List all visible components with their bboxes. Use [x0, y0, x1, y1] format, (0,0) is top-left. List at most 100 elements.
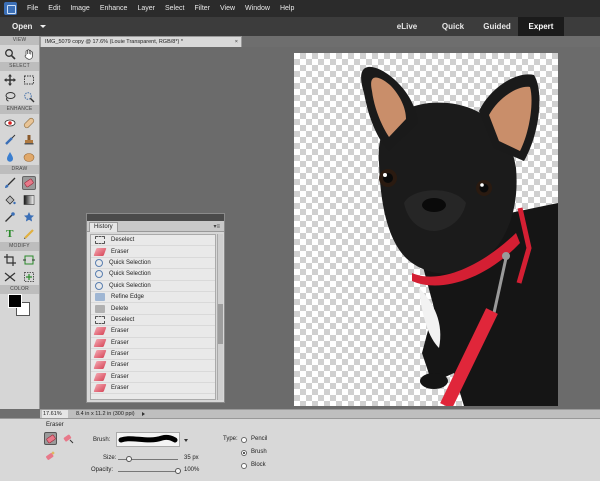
menu-image[interactable]: Image [65, 0, 94, 17]
history-scrollbar[interactable] [217, 234, 223, 400]
hand-icon[interactable] [22, 47, 36, 61]
document-tab[interactable]: IMG_5079 copy @ 17.6% (Louie Transparent… [40, 36, 242, 47]
sponge-icon[interactable] [22, 150, 36, 164]
history-item[interactable]: Eraser [91, 383, 215, 395]
custom-shape-icon[interactable] [22, 210, 36, 224]
magic-eraser-icon[interactable] [44, 450, 57, 463]
menu-layer[interactable]: Layer [132, 0, 160, 17]
foreground-color-swatch[interactable] [8, 294, 22, 308]
zoom-icon[interactable] [3, 47, 17, 61]
scrollbar-thumb[interactable] [218, 304, 223, 344]
red-eye-icon[interactable] [3, 116, 17, 130]
quick-icon [95, 258, 103, 267]
history-item-label: Quick Selection [109, 271, 151, 278]
mode-quick[interactable]: Quick [430, 17, 476, 36]
spot-healing-icon[interactable] [22, 116, 36, 130]
history-item[interactable]: Eraser [91, 246, 215, 258]
history-item[interactable]: Quick Selection [91, 281, 215, 292]
straighten-icon[interactable] [3, 270, 17, 284]
menu-bar: File Edit Image Enhance Layer Select Fil… [0, 0, 600, 17]
lasso-icon[interactable] [3, 90, 17, 104]
chevron-down-icon[interactable] [184, 439, 188, 442]
menu-edit[interactable]: Edit [43, 0, 65, 17]
history-panel: History ▾≡ Deselect Eraser Quick Selection… [86, 213, 225, 403]
brush-preset-picker[interactable] [116, 432, 180, 447]
history-item-label: Quick Selection [109, 282, 151, 289]
gradient-icon[interactable] [22, 193, 36, 207]
photoshop-elements-window: File Edit Image Enhance Layer Select Fil… [0, 0, 600, 481]
mode-elive[interactable]: eLive [384, 17, 430, 36]
crop-icon[interactable] [3, 253, 17, 267]
smart-brush-icon[interactable] [3, 133, 17, 147]
menu-filter[interactable]: Filter [189, 0, 215, 17]
zoom-level[interactable]: 17.61% [42, 410, 68, 418]
status-menu-arrow-icon[interactable] [142, 412, 145, 416]
type-icon[interactable]: T [3, 227, 17, 241]
tab-history[interactable]: History [89, 222, 118, 232]
type-brush-radio[interactable] [241, 450, 247, 456]
paint-bucket-icon[interactable] [3, 193, 17, 207]
size-value[interactable]: 35 px [184, 455, 199, 461]
history-item[interactable]: Eraser [91, 349, 215, 361]
history-list[interactable]: Deselect Eraser Quick Selection Quick Selec… [90, 234, 216, 400]
size-slider-knob[interactable] [125, 456, 132, 462]
section-color-label: COLOR [0, 285, 39, 294]
history-item[interactable]: Delete [91, 303, 215, 315]
eyedropper-icon[interactable] [3, 210, 17, 224]
type-pencil-radio[interactable] [241, 437, 247, 443]
eraser-icon[interactable] [22, 175, 37, 190]
menu-select[interactable]: Select [160, 0, 189, 17]
mode-guided[interactable]: Guided [476, 17, 518, 36]
opacity-slider[interactable] [118, 471, 178, 472]
type-brush-label[interactable]: Brush [251, 449, 267, 455]
clone-stamp-icon[interactable] [22, 133, 36, 147]
history-item-label: Quick Selection [109, 259, 151, 266]
blur-icon[interactable] [3, 150, 17, 164]
move-icon[interactable] [3, 73, 17, 87]
history-item[interactable]: Eraser [91, 372, 215, 384]
history-item[interactable]: Deselect [91, 315, 215, 327]
status-bar: 17.61% 8.4 in x 11.2 in (300 ppi) [40, 409, 600, 418]
history-item-label: Eraser [111, 351, 129, 358]
history-item-label: Eraser [111, 328, 129, 335]
history-item-label: Eraser [111, 362, 129, 369]
history-item-label: Delete [111, 305, 129, 312]
history-item[interactable]: Refine Edge [91, 292, 215, 304]
marquee-icon[interactable] [22, 73, 36, 87]
type-block-radio[interactable] [241, 463, 247, 469]
history-item[interactable]: Quick Selection [91, 258, 215, 270]
dog-photo [361, 66, 558, 406]
menu-window[interactable]: Window [240, 0, 275, 17]
close-icon[interactable]: × [235, 37, 238, 47]
pencil-icon[interactable] [22, 227, 36, 241]
eraser-tool-option[interactable] [44, 432, 57, 445]
history-item[interactable]: Eraser [91, 326, 215, 338]
history-item[interactable]: Quick Selection [91, 269, 215, 281]
type-pencil-label[interactable]: Pencil [251, 436, 267, 442]
document-image[interactable] [294, 53, 558, 406]
tool-options-title: Eraser [46, 422, 64, 428]
tool-options-bar: Eraser Brush: Size: 35 px Opacity: 100% … [0, 418, 600, 481]
history-item-label: Eraser [111, 373, 129, 380]
eraser-icon [93, 384, 107, 393]
open-button[interactable]: Open [0, 17, 52, 36]
menu-help[interactable]: Help [275, 0, 299, 17]
menu-view[interactable]: View [215, 0, 240, 17]
history-item[interactable]: Deselect [91, 235, 215, 247]
menu-file[interactable]: File [22, 0, 43, 17]
opacity-value[interactable]: 100% [184, 467, 199, 473]
brush-icon[interactable] [3, 176, 17, 190]
quick-selection-icon[interactable] [22, 90, 36, 104]
mode-expert[interactable]: Expert [518, 17, 564, 36]
opacity-slider-knob[interactable] [175, 468, 181, 474]
history-item[interactable]: Eraser [91, 360, 215, 372]
panel-menu-icon[interactable]: ▾≡ [213, 223, 220, 230]
menu-enhance[interactable]: Enhance [95, 0, 133, 17]
recompose-icon[interactable] [22, 253, 36, 267]
deselect-icon [95, 315, 105, 324]
history-panel-titlebar[interactable] [87, 214, 224, 221]
background-eraser-icon[interactable] [62, 432, 75, 445]
type-block-label[interactable]: Block [251, 462, 266, 468]
history-item[interactable]: Eraser [91, 338, 215, 349]
content-aware-move-icon[interactable] [22, 270, 36, 284]
